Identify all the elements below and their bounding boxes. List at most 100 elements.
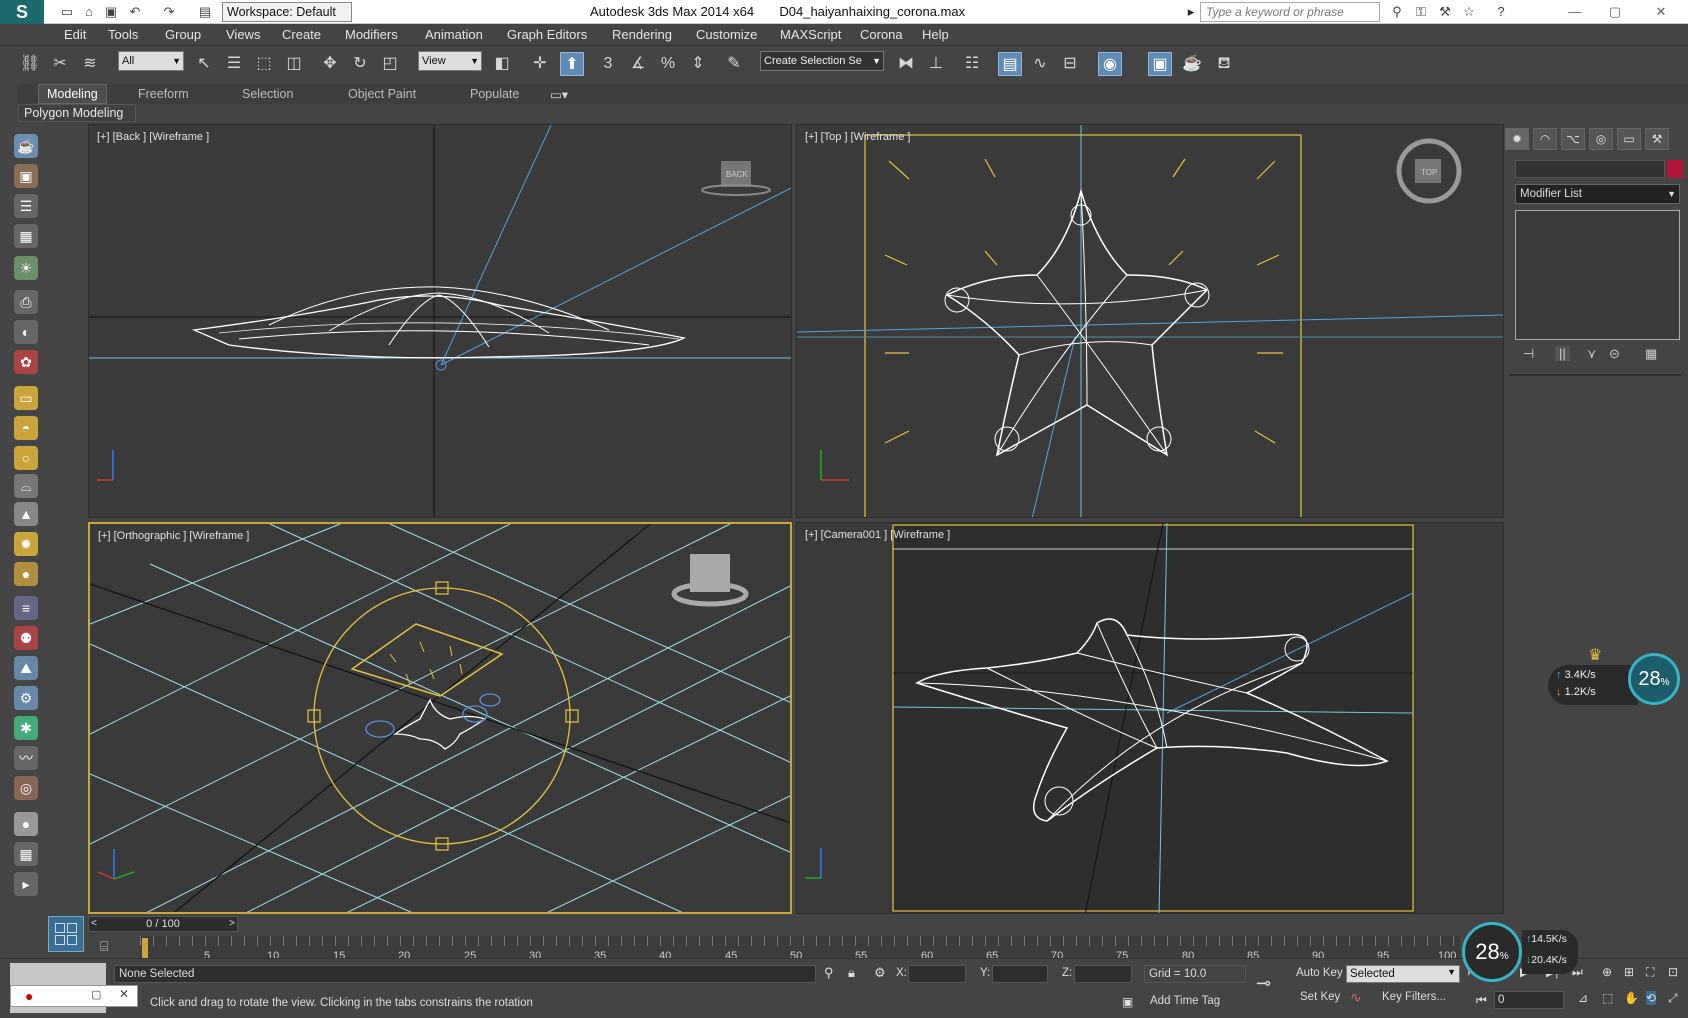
utilities-tab-icon[interactable]: ⚒ (1645, 128, 1669, 150)
isolate-icon[interactable]: ⚲ (824, 965, 834, 981)
spinner-snap-icon[interactable]: ⇕ (686, 52, 710, 76)
ball-icon[interactable]: ● (14, 562, 38, 586)
zoom-extents-all-icon[interactable]: ⊡ (1668, 965, 1678, 979)
rect-region-icon[interactable]: ⬚ (252, 52, 276, 76)
modifier-stack[interactable] (1515, 210, 1680, 340)
tab-selection[interactable]: Selection (242, 87, 293, 101)
texture-icon[interactable]: ◎ (14, 776, 38, 800)
app-logo-icon[interactable]: S (0, 0, 44, 24)
layer-manager-icon[interactable]: ☷ (960, 52, 984, 76)
sphere-icon[interactable]: ○ (14, 446, 38, 470)
project-folder-icon[interactable]: ▤ (196, 3, 214, 21)
workspace-dropdown[interactable]: Workspace: Default (222, 2, 352, 22)
light-icon[interactable]: ☀ (14, 256, 38, 280)
undo-icon[interactable]: ↶ (126, 3, 144, 21)
time-tag-icon[interactable]: ▣ (1122, 995, 1133, 1009)
make-unique-icon[interactable]: ⋎ (1587, 346, 1597, 362)
mountain-icon[interactable]: ⛰ (14, 656, 38, 680)
open-file-icon[interactable]: ⌂ (80, 3, 98, 21)
lock-selection-icon[interactable]: 🔒︎ (848, 965, 855, 981)
configure-modifier-sets-icon[interactable]: ▦ (1645, 346, 1657, 362)
menu-corona[interactable]: Corona (860, 27, 903, 42)
snaps-toggle-icon[interactable]: 3 (596, 52, 620, 76)
pan-icon[interactable]: ✋ (1624, 991, 1639, 1005)
render-production-icon[interactable]: ⛾ (1212, 52, 1236, 76)
time-slider[interactable]: < 0 / 100 > (88, 916, 238, 932)
maximize-viewport-icon[interactable]: ⤢ (1668, 991, 1678, 1006)
curve-editor-icon[interactable]: ∿ (1028, 52, 1052, 76)
bind-spacewarp-icon[interactable]: ≋ (78, 52, 102, 76)
menu-maxscript[interactable]: MAXScript (780, 27, 841, 42)
prev-frame-icon[interactable]: < (91, 917, 97, 931)
zoom-icon[interactable]: ⊕ (1602, 965, 1612, 979)
keyboard-shortcut-override-icon[interactable]: ⬆ (560, 52, 584, 76)
network-monitor-widget[interactable]: ♛ ↑ 3.4K/s ↓ 1.2K/s 28% (1548, 645, 1680, 715)
binoculars-icon[interactable]: ⚲ (1388, 3, 1406, 21)
close-icon[interactable]: ✕ (1646, 2, 1676, 22)
favorites-star-icon[interactable]: ☆ (1460, 3, 1478, 21)
menu-create[interactable]: Create (282, 27, 321, 42)
render-setup-icon[interactable]: ▣ (1148, 52, 1172, 76)
rendered-frame-icon[interactable]: ☕ (1180, 52, 1204, 76)
menu-customize[interactable]: Customize (696, 27, 757, 42)
menu-views[interactable]: Views (226, 27, 260, 42)
modify-tab-icon[interactable]: ◠ (1533, 128, 1557, 150)
percent-snap-icon[interactable]: % (656, 52, 680, 76)
select-manipulate-icon[interactable]: ✛ (528, 52, 552, 76)
hair-icon[interactable]: 〰 (14, 746, 38, 770)
taskbar-mini-window[interactable]: ● ▢ ✕ (10, 985, 138, 1007)
display-tab-icon[interactable]: ▭ (1617, 128, 1641, 150)
auto-key-button[interactable]: Auto Key (1296, 967, 1343, 979)
gear-icon[interactable]: ⚙ (14, 686, 38, 710)
pin-stack-icon[interactable]: ⊣ (1523, 346, 1534, 362)
key-curve-icon[interactable]: ∿ (1350, 989, 1362, 1006)
viewport-label-back[interactable]: [+] [Back ] [Wireframe ] (97, 131, 209, 143)
orbit-icon[interactable]: ⟲ (1646, 991, 1657, 1005)
window-crossing-icon[interactable]: ◫ (282, 52, 306, 76)
sun-icon[interactable]: ✹ (14, 532, 38, 556)
set-key-icon[interactable]: ⊸ (1256, 973, 1271, 994)
remove-modifier-icon[interactable]: ⊝ (1609, 346, 1620, 362)
menu-graph-editors[interactable]: Graph Editors (507, 27, 587, 42)
viewport-camera[interactable]: [+] [Camera001 ] [Wireframe ] (796, 522, 1504, 914)
effects-icon[interactable]: ✿ (14, 350, 38, 374)
show-end-result-icon[interactable]: || (1555, 346, 1570, 361)
viewport-label-top[interactable]: [+] [Top ] [Wireframe ] (805, 131, 910, 143)
tab-object-paint[interactable]: Object Paint (348, 87, 416, 101)
transform-mode-icon[interactable]: ⚙ (874, 965, 886, 981)
restore-icon[interactable]: ▢ (91, 988, 101, 1001)
add-time-tag[interactable]: Add Time Tag (1150, 995, 1220, 1007)
shape-icon[interactable]: ◐ (14, 320, 38, 344)
grid-icon[interactable]: ▦ (14, 842, 38, 866)
reference-coord-dropdown[interactable]: View ▼ (418, 51, 482, 71)
named-selection-dropdown[interactable]: Create Selection Se ▼ (760, 51, 884, 71)
material-ball-icon[interactable]: ● (14, 812, 38, 836)
mirror-icon[interactable]: ⧓ (894, 52, 918, 76)
y-coordinate-input[interactable] (992, 965, 1048, 983)
cone-icon[interactable]: ▲ (14, 502, 38, 526)
viewport-back[interactable]: BACK [+] [Back ] [Wireframe ] (88, 124, 792, 518)
menu-group[interactable]: Group (165, 27, 201, 42)
stairs-icon[interactable]: ≡ (14, 596, 38, 620)
next-frame-icon[interactable]: > (229, 917, 235, 931)
set-key-button[interactable]: Set Key (1300, 991, 1340, 1003)
help-icon[interactable]: ? (1492, 3, 1510, 21)
dome-icon[interactable]: ◓ (14, 416, 38, 440)
key-mode-toggle-icon[interactable]: ⏮ (1476, 993, 1487, 1008)
scale-icon[interactable]: ◰ (378, 52, 402, 76)
selection-filter-dropdown[interactable]: All ▼ (118, 51, 184, 71)
unlink-icon[interactable]: ✂ (48, 52, 72, 76)
edit-named-selection-icon[interactable]: ✎ (722, 52, 746, 76)
ribbon-options-icon[interactable]: ▭▾ (550, 87, 568, 102)
fov-icon[interactable]: ⊿ (1578, 991, 1588, 1005)
render-frame-icon[interactable]: ▣ (14, 164, 38, 188)
menu-rendering[interactable]: Rendering (612, 27, 672, 42)
object-color-swatch[interactable] (1667, 160, 1683, 178)
schematic-view-icon[interactable]: ⊟ (1058, 52, 1082, 76)
zoom-extents-icon[interactable]: ⛶ (1646, 965, 1654, 980)
teapot-icon[interactable]: ☕ (14, 134, 38, 158)
rotate-icon[interactable]: ↻ (348, 52, 372, 76)
plane-icon[interactable]: ▭ (14, 386, 38, 410)
viewport-label-ortho[interactable]: [+] [Orthographic ] [Wireframe ] (98, 530, 249, 542)
menu-edit[interactable]: Edit (64, 27, 86, 42)
